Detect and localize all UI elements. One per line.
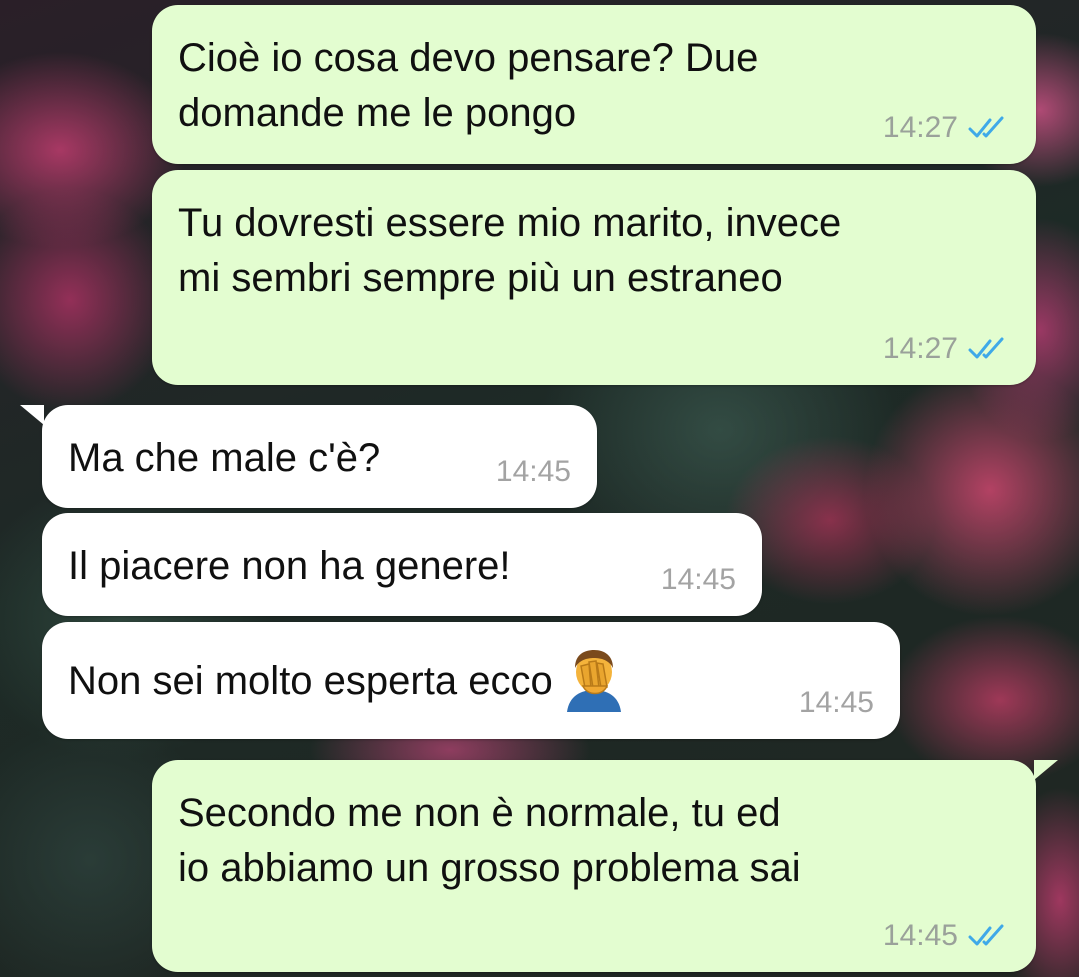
message-timestamp: 14:45 <box>882 919 958 952</box>
message-bubble-incoming[interactable]: Ma che male c'è? 14:45 <box>20 405 597 508</box>
message-bubble-outgoing[interactable]: Tu dovresti essere mio marito, invece mi… <box>152 170 1036 385</box>
message-meta: 14:45 <box>883 920 1012 952</box>
man-facepalming-emoji <box>566 650 621 712</box>
double-check-icon <box>968 924 1004 946</box>
message-timestamp: 14:27 <box>882 332 958 365</box>
message-meta: 14:27 <box>883 112 1012 144</box>
message-text-content: Non sei molto esperta ecco <box>68 659 553 703</box>
message-bubble-outgoing[interactable]: Secondo me non è normale, tu ed io abbia… <box>152 760 1058 972</box>
message-bubble-incoming[interactable]: Non sei molto esperta ecco 14:45 <box>42 622 900 739</box>
message-meta: 14:45 <box>496 456 571 488</box>
message-meta: 14:45 <box>661 564 736 596</box>
message-bubble-incoming[interactable]: Il piacere non ha genere! 14:45 <box>42 513 762 616</box>
message-meta: 14:45 <box>799 687 874 719</box>
message-text: Secondo me non è normale, tu ed io abbia… <box>178 791 801 890</box>
double-check-icon <box>968 337 1004 359</box>
message-text: Il piacere non ha genere! <box>68 544 511 588</box>
bubble-tail <box>1034 760 1058 780</box>
message-timestamp: 14:45 <box>798 686 874 719</box>
message-timestamp: 14:45 <box>495 455 571 488</box>
message-timestamp: 14:45 <box>660 563 736 596</box>
bubble-tail <box>20 405 44 425</box>
double-check-icon <box>968 116 1004 138</box>
message-bubble-outgoing[interactable]: Cioè io cosa devo pensare? Due domande m… <box>152 5 1036 164</box>
message-timestamp: 14:27 <box>882 111 958 144</box>
message-meta: 14:27 <box>883 333 1012 365</box>
message-text: Tu dovresti essere mio marito, invece mi… <box>178 201 842 300</box>
message-text: Non sei molto esperta ecco <box>68 648 874 712</box>
